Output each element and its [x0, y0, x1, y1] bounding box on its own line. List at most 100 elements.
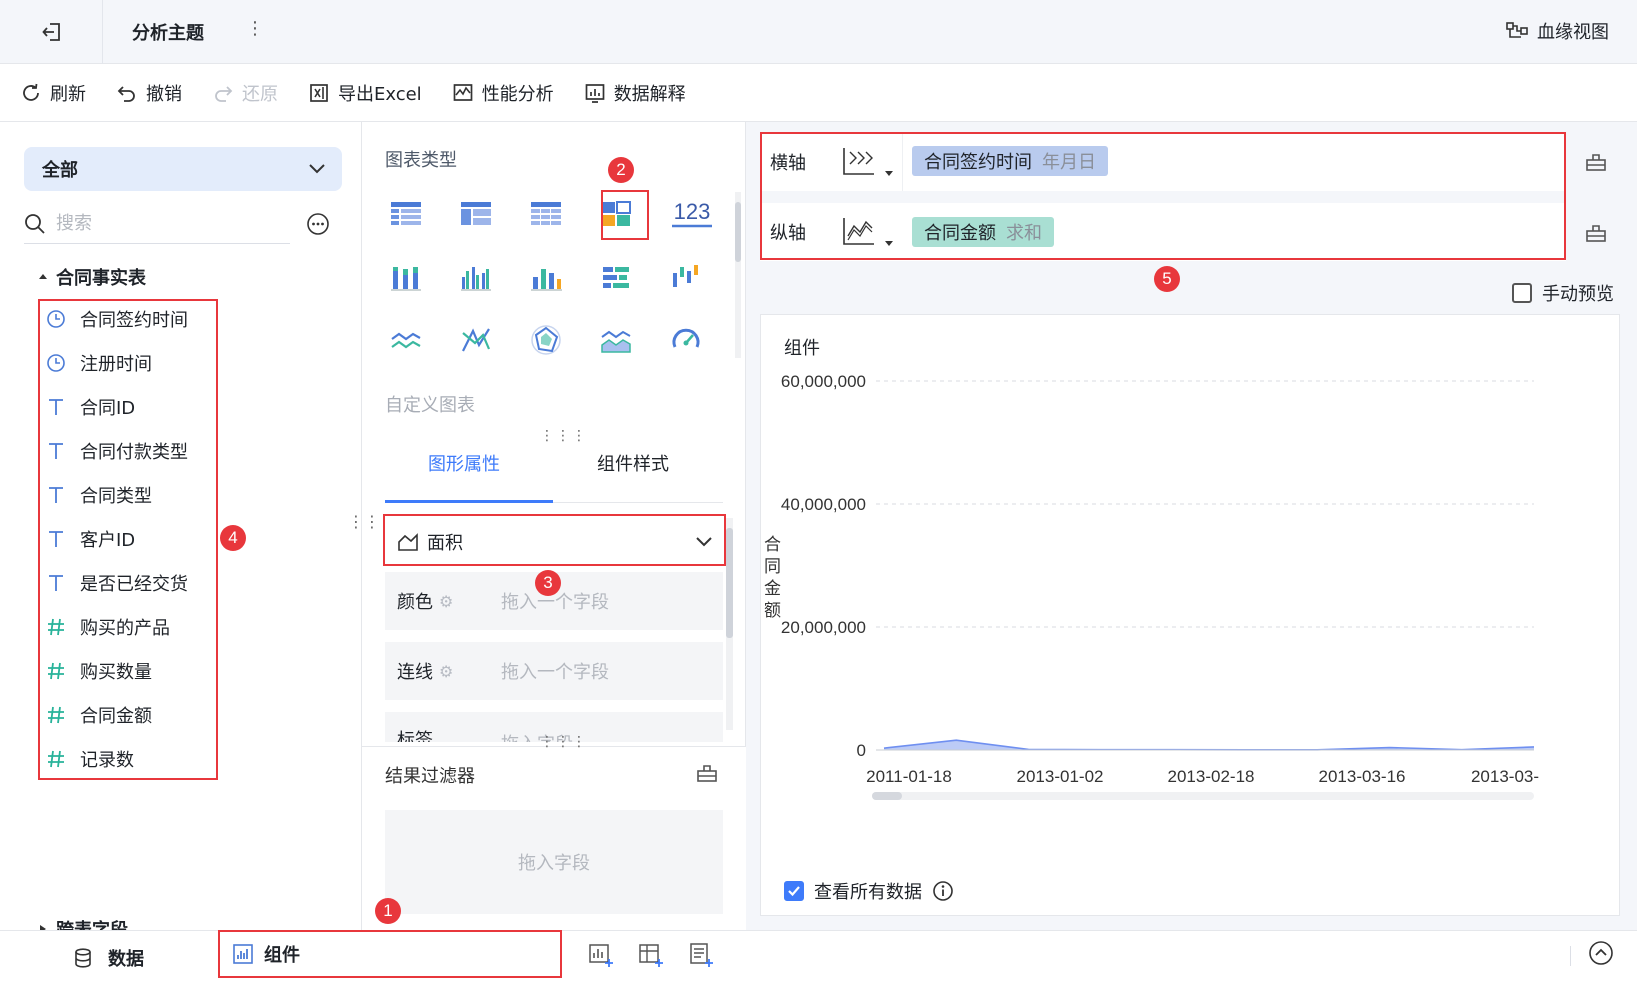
refresh-button[interactable]: 刷新: [20, 80, 86, 106]
highlight-box-4: [38, 299, 218, 780]
badge-1: 1: [375, 898, 401, 924]
y-axis-title-char: 同: [764, 557, 781, 577]
clear-icon: [1586, 225, 1606, 242]
lineage-view-button[interactable]: 血缘视图: [1505, 18, 1609, 44]
collapse-button[interactable]: [1588, 940, 1618, 970]
page-title: 分析主题: [132, 23, 204, 44]
data-explain-button[interactable]: 数据解释: [584, 80, 686, 106]
chart-scrollbar[interactable]: [872, 792, 1534, 800]
filter-clear-button[interactable]: [696, 762, 718, 784]
stacked-bar-icon[interactable]: [386, 258, 426, 298]
line-chart-icon[interactable]: [386, 320, 426, 360]
undo-icon: [117, 85, 135, 102]
info-icon[interactable]: [932, 880, 954, 902]
parallel-line-icon[interactable]: [456, 320, 496, 360]
refresh-icon: [23, 83, 39, 101]
export-excel-button[interactable]: 导出Excel: [308, 80, 422, 106]
filter-title: 结果过滤器: [385, 766, 475, 787]
chart-scroll-thumb[interactable]: [872, 792, 902, 800]
tab-graphic-properties[interactable]: 图形属性: [428, 450, 500, 476]
more-icon: [307, 213, 329, 235]
highlight-box-1: [218, 930, 562, 978]
manual-preview-checkbox[interactable]: [1512, 283, 1532, 303]
table-name: 合同事实表: [56, 268, 146, 289]
waterfall-icon[interactable]: [666, 258, 706, 298]
tab-component-style[interactable]: 组件样式: [597, 450, 669, 476]
data-explain-label: 数据解释: [613, 83, 686, 105]
y-axis-clear-button[interactable]: [1576, 213, 1616, 253]
resize-handle-icon[interactable]: ⋮⋮⋮: [540, 734, 588, 750]
custom-chart-label[interactable]: 自定义图表: [385, 391, 475, 417]
connect-line-slot[interactable]: 连线 ⚙ 拖入一个字段: [385, 642, 723, 700]
manual-preview-toggle[interactable]: 手动预览: [1512, 280, 1614, 306]
refresh-label: 刷新: [50, 83, 86, 105]
chart-type-scroll-thumb[interactable]: [735, 202, 741, 262]
redo-label: 还原: [242, 83, 278, 105]
bottom-divider: [1570, 946, 1571, 966]
kpi-number-icon[interactable]: 123: [666, 194, 718, 234]
chart-card-title: 组件: [784, 338, 820, 359]
x-tick-label: 2013-01-02: [1017, 767, 1104, 786]
grouped-bar-icon[interactable]: [456, 258, 496, 298]
detail-table-icon[interactable]: [526, 194, 566, 234]
view-all-label: 查看所有数据: [814, 882, 922, 903]
performance-label: 性能分析: [481, 83, 554, 105]
y-tick-label: 60,000,000: [781, 372, 866, 391]
grouped-table-icon[interactable]: [456, 194, 496, 234]
title-menu-button[interactable]: ⋮: [246, 18, 264, 39]
badge-4: 4: [220, 525, 246, 551]
more-options-button[interactable]: [306, 212, 330, 236]
connect-line-slot-placeholder: 拖入一个字段: [501, 662, 609, 683]
bar-chart-icon[interactable]: [526, 258, 566, 298]
excel-icon: [310, 83, 328, 102]
badge-2: 2: [608, 157, 634, 183]
data-tab[interactable]: 数据: [72, 945, 144, 971]
scope-select[interactable]: 全部: [24, 147, 342, 191]
label-slot-label: 标签: [397, 730, 433, 742]
add-detail-button[interactable]: [686, 940, 716, 970]
drag-handle-icon[interactable]: ⋮⋮: [348, 512, 380, 531]
kpi-number-label: 123: [674, 199, 711, 224]
table-node[interactable]: 合同事实表: [38, 264, 146, 290]
area-chart: 60,000,000 40,000,000 20,000,000 0 合同金额 2011-…: [764, 372, 1539, 800]
data-tab-label: 数据: [108, 949, 144, 970]
view-all-checkbox[interactable]: [784, 881, 804, 901]
active-tab-indicator: [385, 500, 553, 503]
properties-scroll-thumb[interactable]: [726, 528, 733, 638]
redo-button[interactable]: 还原: [212, 80, 278, 106]
search-icon: [25, 213, 45, 234]
caret-down-icon: [39, 274, 47, 279]
x-axis-clear-button[interactable]: [1576, 142, 1616, 182]
filter-drop-zone[interactable]: 拖入字段: [385, 810, 723, 914]
search-input[interactable]: [56, 213, 256, 234]
undo-button[interactable]: 撤销: [116, 80, 182, 106]
y-tick-label: 20,000,000: [781, 618, 866, 637]
badge-5: 5: [1154, 266, 1180, 292]
manual-preview-label: 手动预览: [1542, 284, 1614, 305]
view-all-data-toggle[interactable]: 查看所有数据: [784, 878, 954, 904]
chevron-down-icon: [309, 164, 325, 174]
field-search: [24, 204, 290, 244]
header-divider: [102, 0, 103, 64]
resize-handle-icon[interactable]: ⋮⋮⋮: [540, 428, 588, 444]
horizontal-bar-icon[interactable]: [596, 258, 636, 298]
y-axis-title-char: 金: [764, 579, 781, 599]
y-tick-label: 40,000,000: [781, 495, 866, 514]
area-chart-icon[interactable]: [596, 320, 636, 360]
x-tick-label: 2011-01-18: [866, 767, 952, 786]
gauge-chart-icon[interactable]: [666, 320, 706, 360]
settings-icon[interactable]: ⚙: [439, 662, 453, 681]
table-chart-icon[interactable]: [386, 194, 426, 234]
y-axis-title-char: 合: [764, 535, 781, 555]
y-axis-title-char: 额: [764, 601, 781, 621]
x-tick-label: 2013-02-18: [1168, 767, 1255, 786]
performance-button[interactable]: 性能分析: [452, 80, 554, 106]
exit-button[interactable]: [30, 16, 74, 48]
radar-chart-icon[interactable]: [526, 320, 566, 360]
lineage-icon: [1506, 22, 1528, 38]
connect-line-slot-label: 连线: [397, 662, 433, 683]
y-tick-label: 0: [857, 741, 866, 760]
add-chart-button[interactable]: [586, 940, 616, 970]
add-pivot-button[interactable]: [636, 940, 666, 970]
settings-icon[interactable]: ⚙: [439, 592, 453, 611]
